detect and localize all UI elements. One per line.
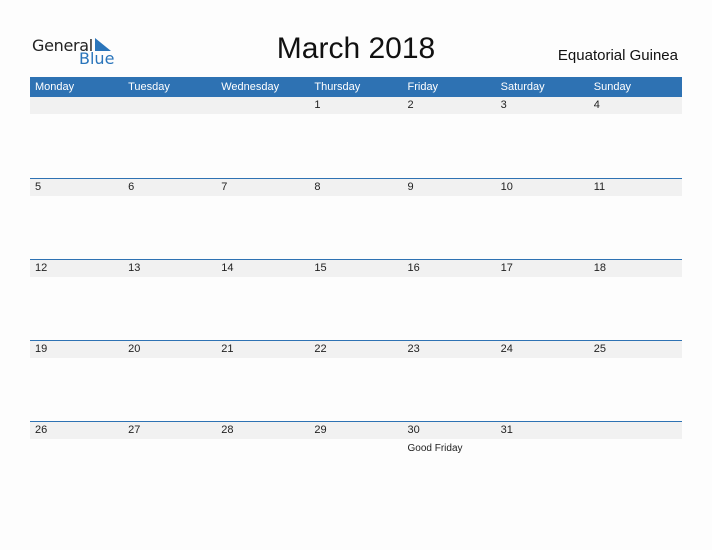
weekday-friday: Friday [407,81,439,93]
weekday-thursday: Thursday [314,81,361,93]
day-number: 24 [500,343,513,355]
week-row: 19 20 21 22 23 24 25 [30,340,682,421]
day-cell: 10 [496,179,589,196]
week-date-band: 1 2 3 4 [30,97,682,114]
day-number: 3 [500,99,507,111]
day-number: 22 [314,343,327,355]
day-cell: 4 [589,97,682,114]
day-number: 28 [221,424,234,436]
week-date-band: 5 6 7 8 9 10 11 [30,179,682,196]
day-cell: 11 [589,179,682,196]
day-cell: 18 [589,260,682,277]
day-number: 7 [221,181,228,193]
day-number: 20 [128,343,141,355]
day-cell [123,97,216,114]
day-number: 1 [314,99,321,111]
day-cell: 31 [496,422,589,439]
day-number: 17 [500,262,513,274]
day-cell: 13 [123,260,216,277]
day-cell: 12 [30,260,123,277]
day-number: 11 [593,181,606,193]
day-cell: 28 [216,422,309,439]
day-number: 16 [407,262,420,274]
week-row: 5 6 7 8 9 10 11 [30,178,682,259]
day-number: 29 [314,424,327,436]
day-cell: 25 [589,341,682,358]
day-number: 5 [35,181,42,193]
day-number: 2 [407,99,414,111]
weekday-wednesday: Wednesday [221,81,280,93]
weekday-sunday: Sunday [593,81,632,93]
day-cell: 15 [309,260,402,277]
day-cell [589,422,682,439]
day-number: 14 [221,262,234,274]
day-number: 13 [128,262,141,274]
day-cell: 5 [30,179,123,196]
day-cell: 1 [309,97,402,114]
day-number: 9 [407,181,414,193]
day-number: 27 [128,424,141,436]
day-cell: 22 [309,341,402,358]
day-cell: 6 [123,179,216,196]
day-cell: 23 [403,341,496,358]
week-row: 1 2 3 4 [30,97,682,178]
day-cell: 20 [123,341,216,358]
day-cell: 14 [216,260,309,277]
week-date-band: 19 20 21 22 23 24 25 [30,341,682,358]
day-number: 4 [593,99,600,111]
day-cell: 26 [30,422,123,439]
day-cell [30,97,123,114]
weekday-header: Monday Tuesday Wednesday Thursday Friday… [30,77,682,97]
day-cell: 24 [496,341,589,358]
week-row: 26 27 28 29 30 Good Friday 31 [30,421,682,502]
weekday-monday: Monday [35,81,75,93]
day-number: 6 [128,181,135,193]
day-cell: 27 [123,422,216,439]
day-cell: 7 [216,179,309,196]
day-number: 23 [407,343,420,355]
day-cell: 30 Good Friday [403,422,496,454]
holiday-label: Good Friday [407,443,463,454]
day-cell: 29 [309,422,402,439]
day-cell: 21 [216,341,309,358]
day-cell: 3 [496,97,589,114]
day-cell: 2 [403,97,496,114]
day-number: 12 [35,262,48,274]
weeks-container: 1 2 3 4 5 6 7 8 9 10 11 12 13 14 15 16 17 18 19 20 21 22 23 24 2… [30,97,682,502]
weekday-tuesday: Tuesday [128,81,170,93]
day-number: 8 [314,181,321,193]
day-number: 31 [500,424,513,436]
day-cell: 8 [309,179,402,196]
day-cell: 16 [403,260,496,277]
day-cell [216,97,309,114]
day-cell: 9 [403,179,496,196]
calendar-grid: Monday Tuesday Wednesday Thursday Friday… [30,77,682,502]
day-number: 30 [407,424,420,436]
week-date-band: 12 13 14 15 16 17 18 [30,260,682,277]
weekday-saturday: Saturday [500,81,545,93]
day-number: 19 [35,343,48,355]
country-label: Equatorial Guinea [557,47,678,64]
day-number: 21 [221,343,234,355]
week-date-band: 26 27 28 29 30 Good Friday 31 [30,422,682,454]
day-number: 10 [500,181,513,193]
day-number: 18 [593,262,606,274]
day-number: 15 [314,262,327,274]
day-number: 25 [593,343,606,355]
week-row: 12 13 14 15 16 17 18 [30,259,682,340]
day-cell: 17 [496,260,589,277]
day-cell: 19 [30,341,123,358]
day-number: 26 [35,424,48,436]
